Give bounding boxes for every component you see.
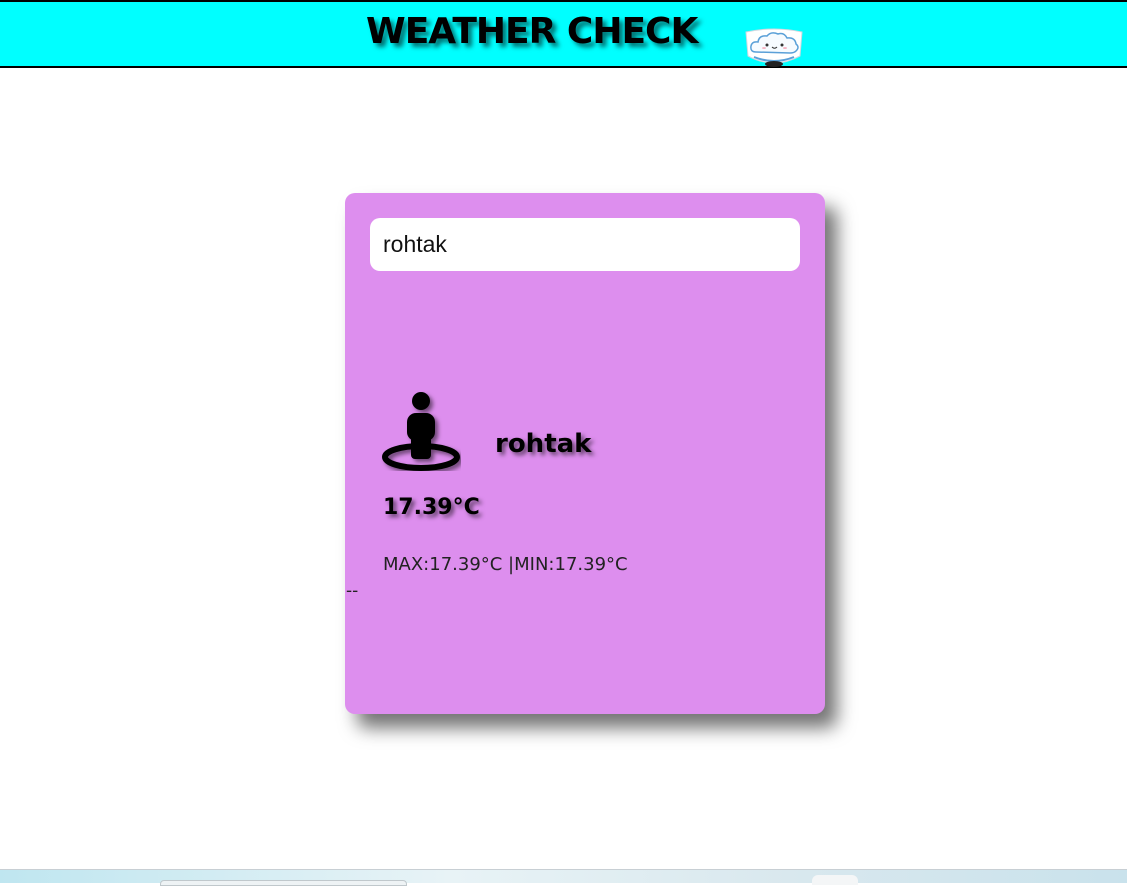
city-name: rohtak <box>495 429 592 459</box>
weather-description: -- <box>346 581 359 601</box>
app-header: WEATHER CHECK <box>0 0 1127 68</box>
weather-card: rohtak 17.39°C MAX:17.39°C |MIN:17.39°C … <box>345 193 825 714</box>
page-title: WEATHER CHECK <box>366 11 698 52</box>
person-location-icon <box>382 392 460 471</box>
temperature-value: 17.39°C <box>383 495 480 520</box>
city-search-input[interactable] <box>370 218 800 271</box>
min-max-temperature: MAX:17.39°C |MIN:17.39°C <box>383 554 628 575</box>
bottom-strip-tab <box>160 880 407 886</box>
bottom-strip-avatar <box>812 875 858 885</box>
cloud-logo-icon <box>745 28 803 67</box>
